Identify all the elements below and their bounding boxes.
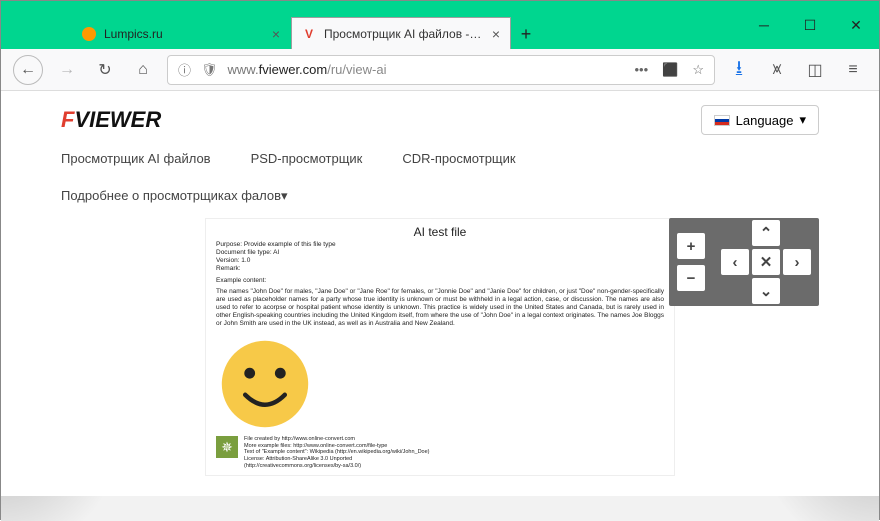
- new-tab-button[interactable]: +: [511, 19, 541, 49]
- window-titlebar: Lumpics.ru × V Просмотрщик AI файлов -- …: [1, 1, 879, 49]
- nav-cdr-viewer[interactable]: CDR-просмотрщик: [402, 151, 515, 166]
- viewer-control-panel: + − ⌃ ‹ ✕ › ⌄: [669, 218, 819, 306]
- doc-example-label: Example content:: [216, 277, 664, 285]
- zoom-controls: + −: [677, 233, 705, 291]
- page-content: FVIEWER Language ▾ Просмотрщик AI файлов…: [1, 91, 879, 521]
- url-bar[interactable]: ⓘ 🛡 www.fviewer.com/ru/view-ai ••• ⬛ ☆: [167, 55, 715, 85]
- doc-footer: ✵ File created by http://www.online-conv…: [216, 436, 664, 469]
- primary-nav: Просмотрщик AI файлов PSD-просмотрщик CD…: [1, 143, 879, 182]
- lumpics-favicon: [82, 27, 96, 41]
- tab-fviewer[interactable]: V Просмотрщик AI файлов -- О... ×: [291, 17, 511, 49]
- url-domain: fviewer.com: [259, 62, 328, 77]
- language-button[interactable]: Language ▾: [701, 105, 819, 135]
- shield-icon[interactable]: 🛡: [201, 62, 218, 78]
- site-logo[interactable]: FVIEWER: [61, 107, 161, 133]
- fviewer-favicon: V: [302, 27, 316, 41]
- maximize-button[interactable]: ☐: [787, 1, 833, 49]
- menu-button[interactable]: ≡: [839, 56, 867, 84]
- pan-up-button[interactable]: ⌃: [752, 220, 780, 246]
- nav-psd-viewer[interactable]: PSD-просмотрщик: [251, 151, 363, 166]
- close-icon[interactable]: ×: [272, 26, 280, 42]
- info-icon[interactable]: ⓘ: [178, 60, 191, 79]
- pan-down-button[interactable]: ⌄: [752, 278, 780, 304]
- pan-right-button[interactable]: ›: [783, 249, 811, 275]
- pocket-icon[interactable]: ⬛: [662, 62, 678, 78]
- logo-f: F: [61, 107, 74, 132]
- minimize-button[interactable]: ─: [741, 1, 787, 49]
- language-label: Language: [736, 113, 794, 128]
- zoom-in-button[interactable]: +: [677, 233, 705, 259]
- reload-button[interactable]: ↻: [91, 56, 119, 84]
- sidebar-icon[interactable]: ◫: [801, 56, 829, 84]
- document-preview[interactable]: AI test file Purpose: Provide example of…: [205, 218, 675, 476]
- close-button[interactable]: ✕: [833, 1, 879, 49]
- pan-controls: ⌃ ‹ ✕ › ⌄: [721, 220, 811, 304]
- pan-left-button[interactable]: ‹: [721, 249, 749, 275]
- forward-button[interactable]: →: [53, 56, 81, 84]
- downloads-button[interactable]: ⭳: [725, 56, 753, 84]
- tab-title: Просмотрщик AI файлов -- О...: [324, 27, 484, 41]
- doc-title: AI test file: [216, 225, 664, 239]
- viewer-area: AI test file Purpose: Provide example of…: [1, 218, 879, 496]
- flag-ru-icon: [714, 115, 730, 126]
- zoom-out-button[interactable]: −: [677, 265, 705, 291]
- site-header: FVIEWER Language ▾: [1, 91, 879, 143]
- back-button[interactable]: ←: [13, 55, 43, 85]
- browser-toolbar: ← → ↻ ⌂ ⓘ 🛡 www.fviewer.com/ru/view-ai •…: [1, 49, 879, 91]
- tab-lumpics[interactable]: Lumpics.ru ×: [71, 17, 291, 49]
- doc-meta: Purpose: Provide example of this file ty…: [216, 241, 664, 272]
- star-icon[interactable]: ☆: [692, 62, 704, 78]
- url-prefix: www.: [228, 62, 259, 77]
- url-actions: ••• ⬛ ☆: [635, 62, 705, 78]
- secondary-nav: Подробнее о просмотрщиках фалов▾: [1, 182, 879, 218]
- tab-strip: Lumpics.ru × V Просмотрщик AI файлов -- …: [1, 17, 541, 49]
- reset-button[interactable]: ✕: [752, 249, 780, 275]
- smiley-icon: [220, 339, 310, 429]
- close-icon[interactable]: ×: [492, 26, 500, 42]
- library-icon[interactable]: ⩙: [763, 56, 791, 84]
- url-text: www.fviewer.com/ru/view-ai: [228, 62, 387, 77]
- tab-title: Lumpics.ru: [104, 27, 264, 41]
- url-path: /ru/view-ai: [327, 62, 386, 77]
- more-icon[interactable]: •••: [635, 62, 649, 77]
- cc-icon: ✵: [216, 436, 238, 458]
- doc-footer-text: File created by http://www.online-conver…: [244, 436, 430, 469]
- chevron-down-icon: ▾: [799, 112, 806, 128]
- home-button[interactable]: ⌂: [129, 56, 157, 84]
- nav-ai-viewer[interactable]: Просмотрщик AI файлов: [61, 151, 211, 166]
- nav-more-viewers[interactable]: Подробнее о просмотрщиках фалов▾: [61, 188, 288, 203]
- doc-paragraph: The names "John Doe" for males, "Jane Do…: [216, 288, 664, 327]
- logo-rest: VIEWER: [74, 107, 161, 132]
- site-body: FVIEWER Language ▾ Просмотрщик AI файлов…: [1, 91, 879, 496]
- window-controls: ─ ☐ ✕: [741, 1, 879, 49]
